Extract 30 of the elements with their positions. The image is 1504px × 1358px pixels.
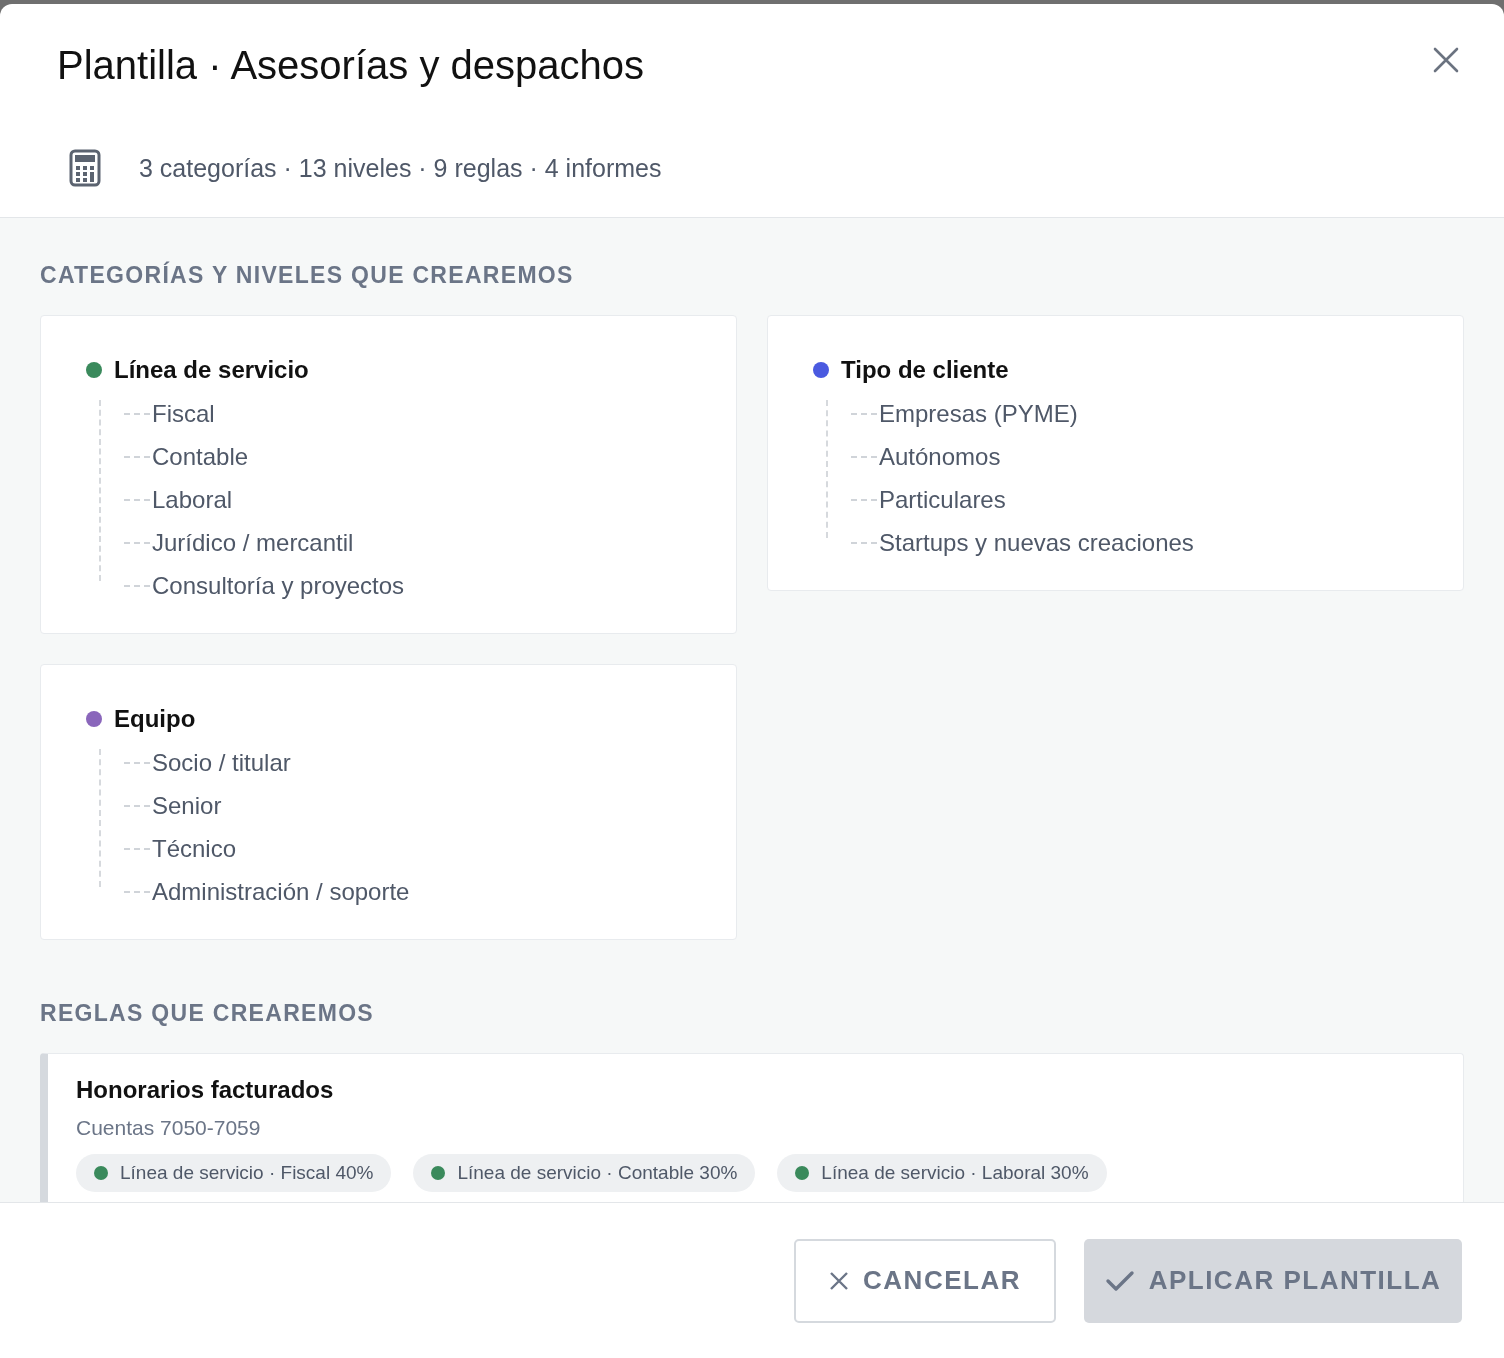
level-name: Startups y nuevas creaciones — [879, 528, 1194, 557]
level-name: Autónomos — [879, 442, 1001, 471]
level-name: Laboral — [152, 485, 233, 514]
dialog-title: Plantilla · Asesorías y despachos — [57, 42, 644, 88]
chip-label: Línea de servicio · Contable 30% — [457, 1162, 738, 1184]
level-name: Empresas (PYME) — [879, 399, 1078, 428]
rule-accounts: Cuentas 7050-7059 — [76, 1116, 262, 1140]
category-name: Equipo — [114, 705, 196, 733]
close-icon — [829, 1270, 850, 1291]
level-name: Jurídico / mercantil — [152, 528, 354, 557]
chip-label: Línea de servicio · Fiscal 40% — [120, 1162, 374, 1184]
category-name: Tipo de cliente — [841, 356, 1009, 384]
rule-name: Honorarios facturados — [76, 1076, 335, 1104]
section-heading: REGLAS QUE CREAREMOS — [40, 1000, 375, 1027]
calculator-icon — [69, 149, 101, 187]
level-name: Técnico — [152, 834, 237, 863]
template-summary: 3 categorías · 13 niveles · 9 reglas · 4 informes — [139, 153, 662, 183]
level-name: Particulares — [879, 485, 1006, 514]
checkmark-icon — [1104, 1268, 1135, 1293]
chip-label: Línea de servicio · Laboral 30% — [821, 1162, 1089, 1184]
level-name: Consultoría y proyectos — [152, 571, 405, 600]
close-icon — [1432, 46, 1460, 74]
category-name: Línea de servicio — [114, 356, 309, 384]
level-name: Contable — [152, 442, 249, 471]
cancel-button[interactable]: CANCELAR — [794, 1238, 1056, 1323]
section-heading: CATEGORÍAS Y NIVELES QUE CREAREMOS — [40, 262, 575, 289]
level-name: Senior — [152, 791, 222, 820]
level-name: Administración / soporte — [152, 877, 410, 906]
level-name: Socio / titular — [152, 748, 291, 777]
level-name: Fiscal — [152, 399, 215, 428]
